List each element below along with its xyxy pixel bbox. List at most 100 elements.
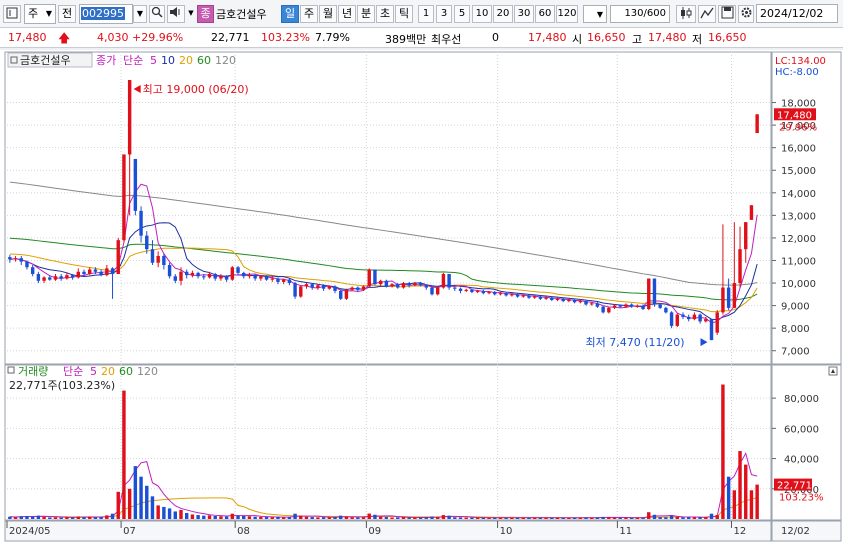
drawing-tool-icon[interactable] (698, 5, 716, 23)
volume-bar (692, 517, 697, 519)
count-input[interactable]: 130/600 (610, 5, 670, 23)
custom-interval-input[interactable]: ▼ (583, 5, 607, 23)
candle-body (493, 292, 497, 295)
speaker-dropdown-icon[interactable]: ▼ (187, 5, 195, 23)
chevron-down-icon: ▼ (45, 9, 52, 18)
candle-body (447, 274, 451, 288)
period-month-button[interactable]: 월 (319, 5, 337, 23)
candle-body (367, 269, 371, 287)
candle-body (19, 258, 23, 262)
candle-body (133, 158, 138, 211)
interval-button[interactable]: 1 (418, 5, 434, 23)
volume-bar (390, 517, 394, 519)
volume-bar (595, 517, 600, 519)
date-input[interactable]: 2024/12/02 (756, 4, 838, 23)
legend-item: 120 (215, 54, 236, 67)
volume-bar (122, 390, 126, 519)
period-second-button[interactable]: 초 (376, 5, 394, 23)
volume-bar (738, 451, 742, 519)
price-tick-label: 9,000 (781, 302, 810, 313)
candle-body (498, 293, 503, 295)
candle-body (544, 297, 548, 299)
period-minute-button[interactable]: 분 (357, 5, 375, 23)
period-day-button[interactable]: 일 (281, 5, 299, 23)
volume-bar (281, 517, 286, 519)
interval-button[interactable]: 10 (472, 5, 492, 23)
speaker-icon[interactable] (167, 5, 185, 23)
period-year-button[interactable]: 년 (338, 5, 356, 23)
candle-body (184, 271, 189, 276)
interval-button[interactable]: 3 (436, 5, 452, 23)
save-icon[interactable] (718, 5, 736, 23)
code-input[interactable]: 002995 (79, 4, 133, 24)
volume-bar (464, 517, 468, 519)
volume-bar (19, 516, 23, 519)
chevron-down-icon: ▼ (596, 10, 603, 19)
volume-bar (504, 517, 508, 519)
volume-bar (156, 505, 160, 519)
date-tick-label: 09 (368, 526, 381, 537)
candle-body (122, 154, 126, 241)
candle-body (641, 305, 645, 309)
code-dropdown-icon[interactable]: ▼ (133, 5, 147, 23)
chart-icon[interactable] (3, 5, 21, 23)
candle-body (521, 295, 525, 297)
volume-bar (430, 516, 434, 519)
volume-bar (299, 515, 303, 519)
volume-bar (88, 516, 92, 519)
market-select[interactable]: 주 ▼ (24, 4, 56, 24)
candlestick-chart[interactable]: 18,00017,00016,00015,00014,00013,00012,0… (0, 50, 843, 542)
candle-body (236, 267, 240, 273)
candle-body (538, 296, 543, 299)
interval-button[interactable]: 120 (556, 5, 578, 23)
volume-bar (544, 517, 548, 519)
volume-bar (521, 517, 525, 519)
interval-button[interactable]: 5 (454, 5, 470, 23)
candle-body (749, 205, 754, 220)
candle-body (105, 268, 109, 276)
period-week-button[interactable]: 주 (300, 5, 318, 23)
candle-body (13, 258, 18, 260)
interval-button[interactable]: 30 (514, 5, 534, 23)
trade-amount: 389백만 (385, 33, 427, 46)
volume-bar (293, 513, 297, 519)
open-label: 시 (572, 33, 583, 46)
candle-body (430, 287, 434, 295)
volume-ratio: 103.23% (261, 31, 310, 44)
candle-body (475, 290, 480, 293)
candle-body (470, 289, 474, 293)
volume-bar (704, 517, 708, 519)
legend-item: 단순 (63, 365, 83, 378)
volume-bar (105, 515, 109, 519)
prev-button[interactable]: 전 (58, 5, 76, 23)
candle-body (202, 276, 206, 278)
volume-bar (453, 517, 457, 519)
candle-body (384, 280, 389, 287)
chart-window: 주 ▼ 전 002995 ▼ ▼ 종 금호건설우 일 주 월 년 분 초 틱 1 … (0, 0, 843, 542)
mode-badge[interactable]: 종 (197, 5, 214, 23)
candle-body (618, 305, 622, 307)
volume-bar (65, 517, 69, 519)
search-icon[interactable] (149, 5, 165, 23)
volume-bar (230, 513, 235, 519)
candle-body (344, 289, 349, 299)
interval-button[interactable]: 20 (493, 5, 513, 23)
interval-button[interactable]: 60 (535, 5, 555, 23)
candle-type-icon[interactable] (676, 5, 696, 23)
candle-body (532, 296, 537, 298)
gear-icon[interactable] (738, 5, 754, 23)
price-tick-label: 15,000 (781, 166, 816, 177)
best-label: 최우선 (431, 33, 462, 46)
candle-body (738, 249, 742, 284)
candle-body (407, 283, 411, 286)
volume-bar (93, 517, 98, 519)
date-tick-label: 11 (619, 526, 632, 537)
candle-body (162, 255, 166, 265)
candle-body (350, 287, 354, 290)
volume-bar (458, 517, 463, 519)
chart-area[interactable]: 18,000 17,000 16,000 15,000 14,000 13,000 12,0… (0, 50, 843, 542)
up-arrow-icon: 🡅 (58, 31, 71, 45)
candle-body (270, 278, 274, 280)
period-tick-button[interactable]: 틱 (395, 5, 413, 23)
volume-bar (618, 517, 622, 519)
